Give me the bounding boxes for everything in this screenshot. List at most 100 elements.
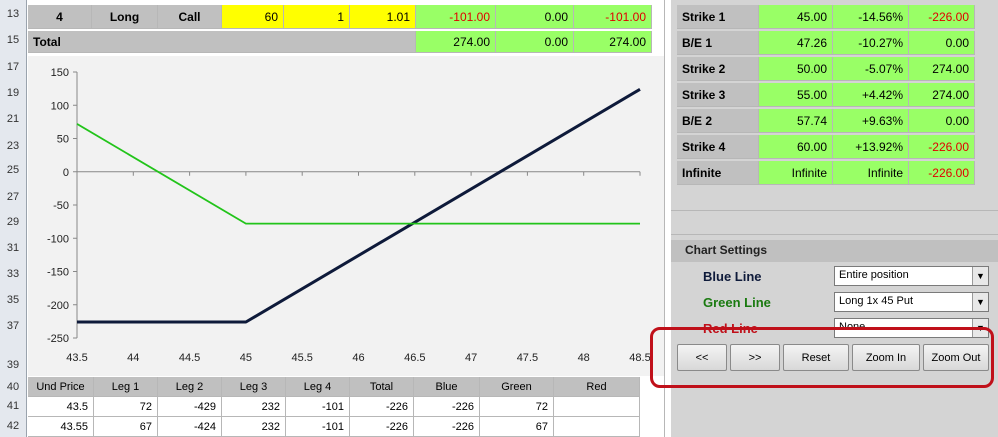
total-value-3[interactable]: 274.00 — [574, 31, 652, 53]
table-cell[interactable]: -226 — [350, 397, 414, 417]
scenario-label[interactable]: Strike 4 — [677, 135, 759, 159]
table-cell[interactable]: 232 — [222, 417, 286, 437]
scenario-percent[interactable]: -10.27% — [833, 31, 909, 55]
table-cell[interactable] — [554, 417, 640, 437]
blue-line-select[interactable]: Entire position ▼ — [834, 266, 989, 286]
table-cell[interactable]: -226 — [350, 417, 414, 437]
row-number[interactable]: 15 — [0, 34, 26, 46]
column-header[interactable]: Blue — [414, 377, 480, 397]
scenario-label[interactable]: B/E 1 — [677, 31, 759, 55]
green-line-select[interactable]: Long 1x 45 Put ▼ — [834, 292, 989, 312]
row-number[interactable]: 41 — [0, 400, 26, 412]
row-number[interactable]: 21 — [0, 113, 26, 125]
scenario-price[interactable]: 45.00 — [759, 5, 833, 29]
table-cell[interactable]: 72 — [480, 397, 554, 417]
chart-settings-title: Chart Settings — [671, 240, 998, 262]
strike-cell[interactable]: 60 — [222, 5, 284, 29]
scenario-price[interactable]: 60.00 — [759, 135, 833, 159]
scenario-value[interactable]: -226.00 — [909, 161, 975, 185]
scenario-value[interactable]: -226.00 — [909, 135, 975, 159]
column-header[interactable]: Leg 1 — [94, 377, 158, 397]
column-header[interactable]: Und Price — [28, 377, 94, 397]
table-cell[interactable]: 67 — [94, 417, 158, 437]
scenario-price[interactable]: 57.74 — [759, 109, 833, 133]
column-header[interactable]: Leg 2 — [158, 377, 222, 397]
table-cell[interactable]: -226 — [414, 417, 480, 437]
scenario-percent[interactable]: +13.92% — [833, 135, 909, 159]
value-cell-3[interactable]: -101.00 — [574, 5, 652, 29]
total-label[interactable]: Total — [28, 31, 416, 53]
scenario-value[interactable]: 274.00 — [909, 83, 975, 107]
scenario-row: Strike 2 50.00 -5.07% 274.00 — [677, 57, 975, 81]
table-row: 43.5 72 -429 232 -101 -226 -226 72 — [28, 397, 640, 417]
value-cell-2[interactable]: 0.00 — [496, 5, 574, 29]
row-number[interactable]: 25 — [0, 164, 26, 176]
value-cell-1[interactable]: -101.00 — [416, 5, 496, 29]
scenario-price[interactable]: 55.00 — [759, 83, 833, 107]
table-cell[interactable]: 67 — [480, 417, 554, 437]
scenario-price[interactable]: 47.26 — [759, 31, 833, 55]
scenario-percent[interactable]: +4.42% — [833, 83, 909, 107]
column-header[interactable]: Green — [480, 377, 554, 397]
scenario-price[interactable]: Infinite — [759, 161, 833, 185]
scenario-percent[interactable]: Infinite — [833, 161, 909, 185]
table-cell[interactable]: -429 — [158, 397, 222, 417]
scenario-value[interactable]: 274.00 — [909, 57, 975, 81]
table-cell[interactable]: 43.55 — [28, 417, 94, 437]
direction-cell[interactable]: Long — [92, 5, 158, 29]
row-number[interactable]: 17 — [0, 61, 26, 73]
row-number[interactable]: 29 — [0, 216, 26, 228]
scenario-label[interactable]: Strike 3 — [677, 83, 759, 107]
scenario-label[interactable]: Infinite — [677, 161, 759, 185]
row-number[interactable]: 40 — [0, 381, 26, 393]
scenario-value[interactable]: 0.00 — [909, 31, 975, 55]
row-number[interactable]: 23 — [0, 140, 26, 152]
scenario-value[interactable]: -226.00 — [909, 5, 975, 29]
y-tick-label: -50 — [53, 200, 69, 212]
chevron-down-icon[interactable]: ▼ — [972, 293, 988, 311]
column-header[interactable]: Total — [350, 377, 414, 397]
scenario-price[interactable]: 50.00 — [759, 57, 833, 81]
scenario-row: B/E 2 57.74 +9.63% 0.00 — [677, 109, 975, 133]
row-number[interactable]: 19 — [0, 87, 26, 99]
row-number[interactable]: 13 — [0, 8, 26, 20]
table-cell[interactable]: -101 — [286, 417, 350, 437]
table-cell[interactable]: -226 — [414, 397, 480, 417]
row-number[interactable]: 35 — [0, 294, 26, 306]
row-number[interactable]: 33 — [0, 268, 26, 280]
column-header[interactable]: Red — [554, 377, 640, 397]
blue-line-label: Blue Line — [703, 269, 762, 284]
column-header[interactable]: Leg 4 — [286, 377, 350, 397]
leg-number-cell[interactable]: 4 — [28, 5, 92, 29]
table-cell[interactable]: 43.5 — [28, 397, 94, 417]
row-number[interactable]: 39 — [0, 359, 26, 371]
scenario-label[interactable]: Strike 2 — [677, 57, 759, 81]
row-number[interactable]: 42 — [0, 420, 26, 432]
scenario-percent[interactable]: -5.07% — [833, 57, 909, 81]
x-tick-label: 47.5 — [517, 352, 538, 364]
empty-row — [671, 187, 998, 211]
x-tick-label: 45 — [240, 352, 252, 364]
table-cell[interactable]: 232 — [222, 397, 286, 417]
option-type-cell[interactable]: Call — [158, 5, 222, 29]
table-cell[interactable] — [554, 397, 640, 417]
quantity-cell[interactable]: 1 — [284, 5, 350, 29]
total-value-2[interactable]: 0.00 — [496, 31, 574, 53]
total-value-1[interactable]: 274.00 — [416, 31, 496, 53]
scenario-percent[interactable]: -14.56% — [833, 5, 909, 29]
chevron-down-icon[interactable]: ▼ — [972, 267, 988, 285]
scenario-value[interactable]: 0.00 — [909, 109, 975, 133]
row-number[interactable]: 37 — [0, 320, 26, 332]
y-tick-label: 50 — [57, 134, 69, 146]
row-number[interactable]: 27 — [0, 191, 26, 203]
table-cell[interactable]: -101 — [286, 397, 350, 417]
column-header[interactable]: Leg 3 — [222, 377, 286, 397]
table-cell[interactable]: 72 — [94, 397, 158, 417]
row-number[interactable]: 31 — [0, 242, 26, 254]
price-cell[interactable]: 1.01 — [350, 5, 416, 29]
scenario-label[interactable]: B/E 2 — [677, 109, 759, 133]
y-tick-label: -150 — [47, 267, 69, 279]
scenario-label[interactable]: Strike 1 — [677, 5, 759, 29]
scenario-percent[interactable]: +9.63% — [833, 109, 909, 133]
table-cell[interactable]: -424 — [158, 417, 222, 437]
